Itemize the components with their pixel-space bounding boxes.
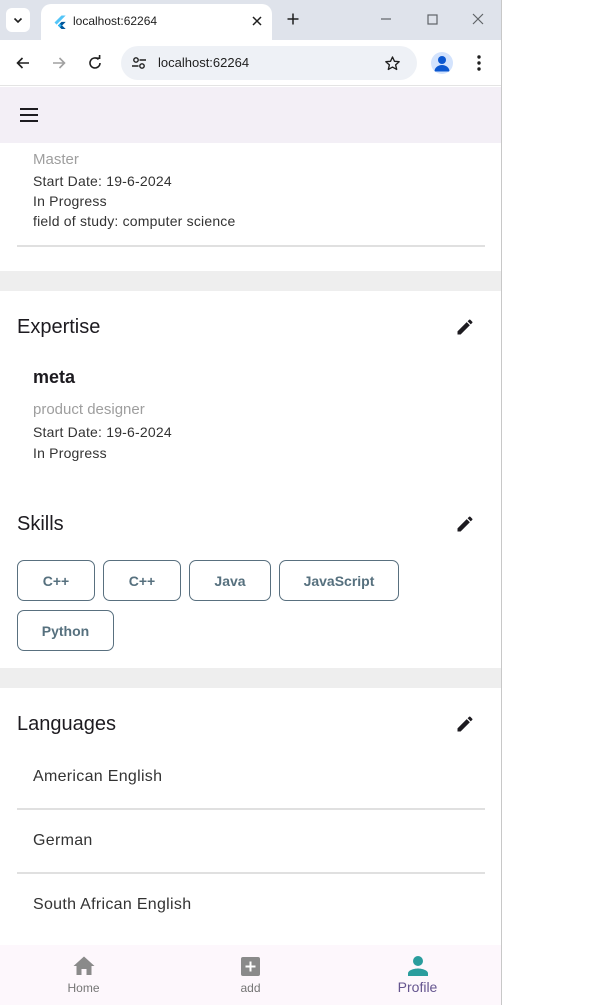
browser-toolbar: localhost:62264 bbox=[0, 40, 501, 86]
tab-strip: localhost:62264 bbox=[0, 0, 501, 40]
new-tab-button[interactable] bbox=[282, 8, 304, 30]
nav-home[interactable]: Home bbox=[0, 945, 167, 1005]
divider bbox=[17, 872, 485, 874]
tab-search-button[interactable] bbox=[6, 8, 30, 32]
site-info-button[interactable] bbox=[129, 53, 149, 73]
tune-icon bbox=[132, 57, 146, 69]
chevron-down-icon bbox=[13, 17, 23, 24]
edit-skills-button[interactable] bbox=[452, 511, 478, 537]
maximize-icon bbox=[426, 13, 438, 25]
skill-chip[interactable]: C++ bbox=[103, 560, 181, 601]
more-vertical-icon bbox=[477, 55, 481, 71]
arrow-left-icon bbox=[16, 57, 29, 69]
minimize-button[interactable] bbox=[368, 6, 404, 32]
close-window-button[interactable] bbox=[460, 6, 496, 32]
education-degree: Master bbox=[33, 151, 79, 168]
languages-title: Languages bbox=[17, 713, 116, 735]
language-item: American English bbox=[33, 768, 163, 785]
tab-title: localhost:62264 bbox=[73, 14, 158, 28]
section-separator bbox=[0, 668, 501, 688]
drawer-menu-button[interactable] bbox=[17, 103, 41, 127]
forward-button[interactable] bbox=[45, 49, 73, 77]
flutter-logo-icon bbox=[54, 15, 66, 29]
nav-profile[interactable]: Profile bbox=[334, 945, 501, 1005]
nav-home-label: Home bbox=[67, 981, 100, 995]
edit-icon bbox=[457, 319, 473, 335]
language-item: German bbox=[33, 832, 93, 849]
maximize-button[interactable] bbox=[414, 6, 450, 32]
plus-icon bbox=[287, 13, 299, 25]
close-icon bbox=[472, 13, 484, 25]
skill-chip[interactable]: C++ bbox=[17, 560, 95, 601]
section-separator bbox=[0, 271, 501, 291]
divider bbox=[17, 245, 485, 247]
profile-button[interactable] bbox=[431, 52, 453, 74]
home-icon bbox=[72, 954, 96, 978]
tab-close-button[interactable] bbox=[247, 11, 267, 31]
language-item: South African English bbox=[33, 896, 192, 913]
star-icon bbox=[384, 55, 400, 70]
nav-add-label: add bbox=[240, 981, 261, 995]
close-icon bbox=[252, 16, 262, 26]
expertise-status: In Progress bbox=[33, 445, 107, 461]
skills-title: Skills bbox=[17, 513, 64, 535]
avatar-icon bbox=[434, 56, 450, 72]
skill-chip[interactable]: Java bbox=[189, 560, 271, 601]
minimize-icon bbox=[381, 18, 391, 20]
education-status: In Progress bbox=[33, 193, 107, 209]
app-bar bbox=[0, 87, 501, 143]
education-title-clipped bbox=[33, 143, 38, 150]
nav-profile-label: Profile bbox=[397, 979, 438, 995]
skill-chip[interactable]: JavaScript bbox=[279, 560, 399, 601]
url-text: localhost:62264 bbox=[158, 55, 250, 70]
expertise-company: meta bbox=[33, 367, 76, 387]
expertise-role: product designer bbox=[33, 401, 145, 418]
expertise-start-date: Start Date: 19-6-2024 bbox=[33, 424, 172, 440]
person-icon bbox=[406, 954, 430, 978]
education-field: field of study: computer science bbox=[33, 213, 236, 229]
back-button[interactable] bbox=[9, 49, 37, 77]
profile-content[interactable]: Master Start Date: 19-6-2024 In Progress… bbox=[0, 143, 501, 945]
edit-icon bbox=[457, 516, 473, 532]
edit-languages-button[interactable] bbox=[452, 711, 478, 737]
browser-menu-button[interactable] bbox=[468, 52, 490, 74]
arrow-right-icon bbox=[53, 57, 66, 69]
divider bbox=[17, 808, 485, 810]
reload-icon bbox=[89, 55, 101, 69]
reload-button[interactable] bbox=[81, 49, 109, 77]
bottom-navigation-bar: Home add Profile bbox=[0, 945, 501, 1005]
expertise-title: Expertise bbox=[17, 316, 101, 338]
skill-chip[interactable]: Python bbox=[17, 610, 114, 651]
menu-icon bbox=[20, 108, 38, 122]
bookmark-button[interactable] bbox=[381, 52, 403, 74]
address-bar[interactable]: localhost:62264 bbox=[121, 46, 417, 80]
nav-add[interactable]: add bbox=[167, 945, 334, 1005]
add-box-icon bbox=[239, 954, 263, 978]
edit-icon bbox=[457, 716, 473, 732]
browser-window: localhost:62264 localhost:62264 Master S… bbox=[0, 0, 502, 1005]
browser-tab[interactable]: localhost:62264 bbox=[41, 4, 272, 40]
education-start-date: Start Date: 19-6-2024 bbox=[33, 173, 172, 189]
edit-expertise-button[interactable] bbox=[452, 314, 478, 340]
